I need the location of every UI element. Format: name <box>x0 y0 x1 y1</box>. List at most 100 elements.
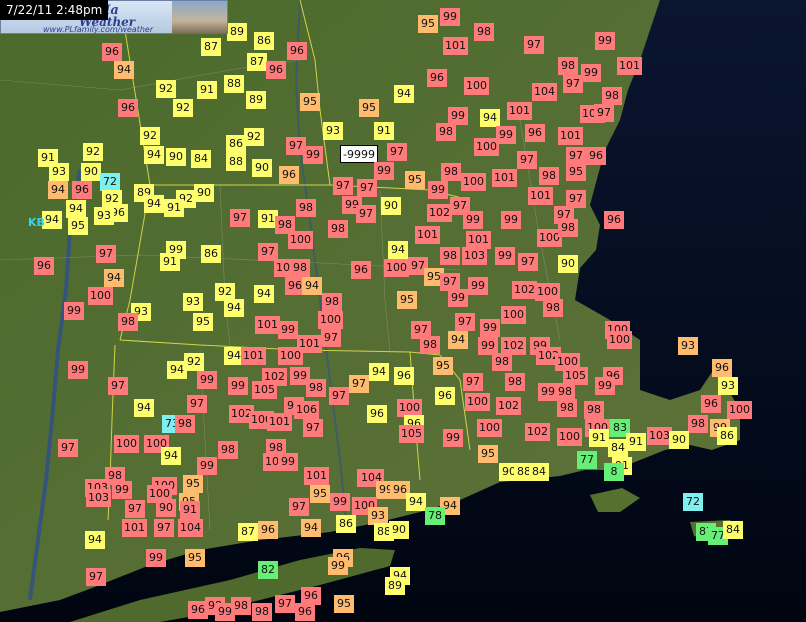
station-temperature: 94 <box>144 195 164 213</box>
station-temperature: 99 <box>68 361 88 379</box>
station-temperature: 100 <box>477 419 502 437</box>
station-temperature: 100 <box>288 231 313 249</box>
station-temperature: 99 <box>501 211 521 229</box>
station-temperature: 96 <box>351 261 371 279</box>
station-temperature: 106 <box>294 401 319 419</box>
station-temperature: 96 <box>394 367 414 385</box>
station-temperature: 101 <box>558 127 583 145</box>
station-temperature: 95 <box>359 99 379 117</box>
station-temperature: 98 <box>328 220 348 238</box>
station-temperature: 98 <box>436 123 456 141</box>
station-temperature: -9999 <box>340 145 378 163</box>
station-temperature: 90 <box>81 163 101 181</box>
station-temperature: 104 <box>178 519 203 537</box>
station-temperature: 92 <box>140 127 160 145</box>
station-temperature: 92 <box>156 80 176 98</box>
station-temperature: 100 <box>318 311 343 329</box>
station-temperature: 98 <box>118 313 138 331</box>
station-temperature: 99 <box>595 377 615 395</box>
station-temperature: 99 <box>448 289 468 307</box>
station-temperature: 94 <box>85 531 105 549</box>
station-temperature: 99 <box>64 302 84 320</box>
station-temperature: 96 <box>712 359 732 377</box>
station-temperature: 97 <box>357 179 377 197</box>
station-temperature: 82 <box>258 561 278 579</box>
station-temperature: 84 <box>191 150 211 168</box>
station-temperature: 97 <box>517 151 537 169</box>
station-temperature: 99 <box>581 64 601 82</box>
station-temperature: 93 <box>678 337 698 355</box>
station-temperature: 96 <box>525 124 545 142</box>
station-temperature: 86 <box>254 32 274 50</box>
station-temperature: 95 <box>566 163 586 181</box>
station-temperature: 99 <box>440 8 460 26</box>
station-temperature: 99 <box>112 481 132 499</box>
station-temperature: 96 <box>287 42 307 60</box>
station-temperature: 99 <box>146 549 166 567</box>
station-temperature: 98 <box>688 415 708 433</box>
station-temperature: 95 <box>478 445 498 463</box>
station-temperature: 88 <box>224 75 244 93</box>
station-temperature: 96 <box>279 166 299 184</box>
station-temperature: 99 <box>278 321 298 339</box>
station-temperature: 98 <box>543 299 563 317</box>
station-temperature: 98 <box>440 247 460 265</box>
station-temperature: 100 <box>278 347 303 365</box>
station-temperature: 101 <box>267 413 292 431</box>
station-temperature: 90 <box>389 521 409 539</box>
station-temperature: 101 <box>617 57 642 75</box>
station-temperature: 96 <box>266 61 286 79</box>
station-temperature: 95 <box>193 313 213 331</box>
station-temperature: 94 <box>388 241 408 259</box>
station-temperature: 94 <box>104 269 124 287</box>
station-temperature: 96 <box>427 69 447 87</box>
station-temperature: 97 <box>387 143 407 161</box>
station-temperature: 97 <box>275 595 295 613</box>
station-temperature: 93 <box>183 293 203 311</box>
station-temperature: 90 <box>166 148 186 166</box>
station-temperature: 98 <box>322 293 342 311</box>
station-temperature: 90 <box>194 184 214 202</box>
weather-map: 95 99 98 101 97 99 87 96 96 89 86 87 96 94 98 101 99 96 10… <box>0 0 806 622</box>
station-temperature: 98 <box>492 353 512 371</box>
station-temperature: 98 <box>474 23 494 41</box>
station-temperature: 93 <box>49 163 69 181</box>
station-temperature: 95 <box>185 549 205 567</box>
station-temperature: 86 <box>717 427 737 445</box>
station-temperature: 92 <box>173 99 193 117</box>
station-temperature: 92 <box>244 128 264 146</box>
station-temperature: 101 <box>415 226 440 244</box>
station-temperature: 95 <box>397 291 417 309</box>
station-temperature: 97 <box>455 313 475 331</box>
station-temperature: 97 <box>108 377 128 395</box>
station-temperature: 99 <box>278 453 298 471</box>
station-temperature: 98 <box>539 167 559 185</box>
station-temperature: 103 <box>86 489 111 507</box>
station-temperature: 94 <box>254 285 274 303</box>
station-temperature: 72 <box>683 493 703 511</box>
station-temperature: 87 <box>238 523 258 541</box>
station-temperature: 99 <box>496 126 516 144</box>
station-temperature: 84 <box>608 439 628 457</box>
station-temperature: 91 <box>589 429 609 447</box>
station-temperature: 91 <box>164 199 184 217</box>
station-temperature: 91 <box>626 433 646 451</box>
station-temperature: 100 <box>88 287 113 305</box>
station-temperature: 95 <box>300 93 320 111</box>
station-temperature: 94 <box>167 361 187 379</box>
station-temperature: 95 <box>183 475 203 493</box>
station-temperature: 101 <box>528 187 553 205</box>
station-temperature: 90 <box>558 255 578 273</box>
station-temperature: 96 <box>435 387 455 405</box>
station-temperature: 94 <box>448 331 468 349</box>
station-temperature: 94 <box>394 85 414 103</box>
station-temperature: 92 <box>184 353 204 371</box>
station-temperature: 98 <box>557 399 577 417</box>
station-temperature: 89 <box>246 91 266 109</box>
station-temperature: 94 <box>406 493 426 511</box>
station-temperature: 87 <box>247 53 267 71</box>
station-temperature: 89 <box>227 23 247 41</box>
station-temperature: 100 <box>461 173 486 191</box>
station-temperature: 94 <box>134 399 154 417</box>
station-temperature: 97 <box>289 498 309 516</box>
